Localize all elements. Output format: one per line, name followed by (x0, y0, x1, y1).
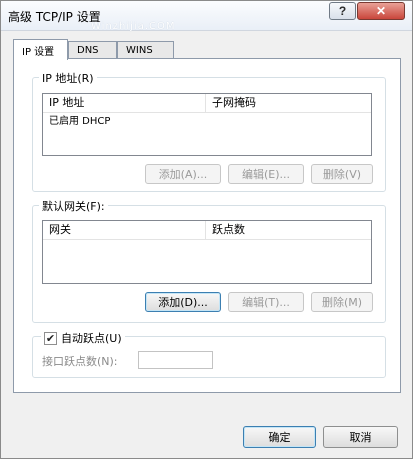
gateway-group-label: 默认网关(F): (39, 198, 108, 214)
watermark: Winzhijia.COM (91, 21, 176, 32)
metric-group: ✔ 自动跃点(U) 接口跃点数(N): (32, 330, 386, 378)
list-item[interactable]: 已启用 DHCP (43, 113, 371, 131)
column-header-gateway[interactable]: 网关 (43, 221, 206, 239)
auto-metric-row[interactable]: ✔ 自动跃点(U) (41, 330, 125, 346)
column-header-ip[interactable]: IP 地址 (43, 94, 206, 112)
window-title: 高级 TCP/IP 设置 (8, 10, 101, 24)
delete-ip-button[interactable]: 删除(V) (311, 164, 373, 184)
ip-address-list[interactable]: IP 地址 子网掩码 已启用 DHCP (42, 93, 372, 156)
gateway-list-header: 网关 跃点数 (43, 221, 371, 240)
tab-dns[interactable]: DNS (68, 41, 117, 59)
edit-gateway-button[interactable]: 编辑(T)... (228, 292, 304, 312)
title-bar[interactable]: 高级 TCP/IP 设置 Winzhijia.COM ? ✕ (1, 1, 412, 32)
gateway-list[interactable]: 网关 跃点数 (42, 220, 372, 284)
add-ip-button[interactable]: 添加(A)... (145, 164, 221, 184)
add-gateway-button[interactable]: 添加(D)... (145, 292, 221, 312)
advanced-tcpip-dialog: 高级 TCP/IP 设置 Winzhijia.COM ? ✕ IP 设置 DNS… (0, 0, 413, 459)
delete-gateway-button[interactable]: 删除(M) (311, 292, 373, 312)
auto-metric-label: 自动跃点(U) (61, 332, 122, 345)
column-header-metric[interactable]: 跃点数 (206, 221, 371, 239)
close-button[interactable]: ✕ (357, 2, 405, 20)
auto-metric-checkbox[interactable]: ✔ (44, 331, 57, 345)
interface-metric-input[interactable] (138, 351, 213, 369)
ip-address-group: IP 地址(R) IP 地址 子网掩码 已启用 DHCP 添加(A)... 编辑… (32, 70, 386, 192)
ok-button[interactable]: 确定 (243, 426, 316, 448)
tab-wins[interactable]: WINS (117, 41, 174, 59)
edit-ip-button[interactable]: 编辑(E)... (228, 164, 304, 184)
help-button[interactable]: ? (329, 2, 356, 20)
cancel-button[interactable]: 取消 (323, 426, 398, 448)
ip-settings-panel: IP 地址(R) IP 地址 子网掩码 已启用 DHCP 添加(A)... 编辑… (13, 58, 401, 393)
default-gateway-group: 默认网关(F): 网关 跃点数 添加(D)... 编辑(T)... 删除(M) (32, 198, 386, 323)
ip-address-group-label: IP 地址(R) (39, 70, 97, 86)
column-header-subnet[interactable]: 子网掩码 (206, 94, 371, 112)
tab-ip-settings[interactable]: IP 设置 (13, 39, 68, 60)
ip-list-header: IP 地址 子网掩码 (43, 94, 371, 113)
interface-metric-label: 接口跃点数(N): (42, 355, 118, 368)
